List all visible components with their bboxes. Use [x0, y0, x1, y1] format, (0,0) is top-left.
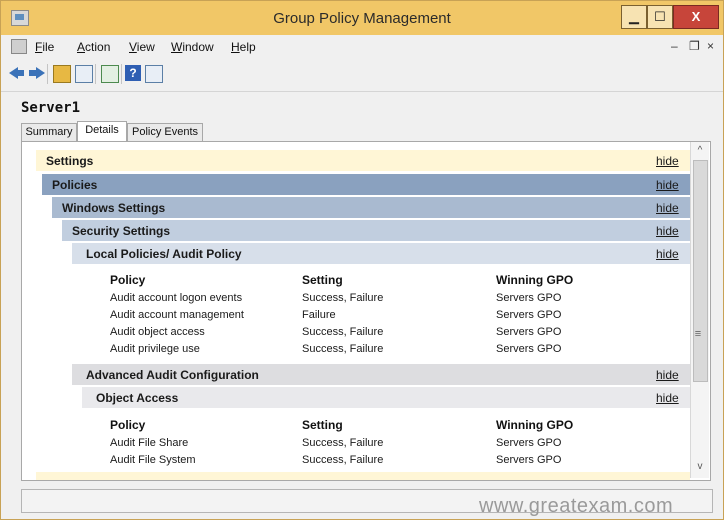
- toolbar: ?: [1, 57, 723, 92]
- menu-window[interactable]: Window: [171, 40, 214, 54]
- hide-link[interactable]: hide: [656, 201, 679, 215]
- section-advanced-audit-configuration: Advanced Audit Configuration hide: [72, 364, 690, 385]
- setting-cell: Success, Failure: [302, 343, 384, 355]
- section-security-settings: Security Settings hide: [62, 220, 690, 241]
- policy-cell: Audit account management: [110, 309, 244, 321]
- section-object-access-label: Object Access: [96, 391, 179, 405]
- hide-link[interactable]: hide: [656, 247, 679, 261]
- back-arrow-icon[interactable]: [9, 65, 25, 81]
- section-audit-policy-label: Local Policies/ Audit Policy: [86, 247, 242, 261]
- section-settings: Settings hide: [36, 150, 690, 171]
- section-policies-label: Policies: [52, 178, 98, 192]
- hide-link[interactable]: hide: [656, 391, 679, 405]
- winning-gpo-cell: Servers GPO: [496, 454, 562, 466]
- section-audit-policy: Local Policies/ Audit Policy hide: [72, 243, 690, 264]
- refresh-icon[interactable]: [101, 65, 119, 83]
- mdi-minimize-button[interactable]: –: [671, 39, 678, 53]
- setting-cell: Success, Failure: [302, 437, 384, 449]
- hide-link[interactable]: hide: [656, 368, 679, 382]
- close-button[interactable]: X: [673, 5, 719, 29]
- scroll-down-icon[interactable]: v: [691, 458, 709, 476]
- policy-cell: Audit File Share: [110, 437, 189, 449]
- maximize-button[interactable]: ☐: [647, 5, 673, 29]
- hide-link[interactable]: hide: [656, 224, 679, 238]
- forward-arrow-icon[interactable]: [29, 65, 45, 81]
- setting-cell: Success, Failure: [302, 292, 384, 304]
- tab-policy-events[interactable]: Policy Events: [127, 123, 203, 142]
- help-icon[interactable]: ?: [125, 65, 141, 81]
- section-policies: Policies hide: [42, 174, 690, 195]
- scroll-grip-icon: ≡: [694, 328, 702, 340]
- column-header-policy: Policy: [110, 273, 146, 287]
- setting-cell: Success, Failure: [302, 326, 384, 338]
- section-advanced-audit-label: Advanced Audit Configuration: [86, 368, 259, 382]
- policy-cell: Audit File System: [110, 454, 196, 466]
- winning-gpo-cell: Servers GPO: [496, 326, 562, 338]
- menu-file[interactable]: File: [35, 40, 54, 54]
- tab-details[interactable]: Details: [77, 121, 127, 143]
- minimize-button[interactable]: ▁: [621, 5, 647, 29]
- details-report-pane: Settings hide Policies hide Windows Sett…: [21, 141, 711, 481]
- menu-action[interactable]: Action: [77, 40, 110, 54]
- toolbar-separator: [95, 64, 96, 84]
- menu-help[interactable]: Help: [231, 40, 256, 54]
- column-header-setting: Setting: [302, 273, 343, 287]
- toolbar-separator: [121, 64, 122, 84]
- scroll-up-icon[interactable]: ^: [691, 142, 709, 160]
- policy-cell: Audit account logon events: [110, 292, 243, 304]
- show-action-pane-icon[interactable]: [145, 65, 163, 83]
- section-windows-settings: Windows Settings hide: [52, 197, 690, 218]
- column-header-policy: Policy: [110, 418, 146, 432]
- next-section-row: [36, 472, 690, 480]
- tab-summary[interactable]: Summary: [21, 123, 77, 142]
- policy-cell: Audit privilege use: [110, 343, 200, 355]
- winning-gpo-cell: Servers GPO: [496, 309, 562, 321]
- winning-gpo-cell: Servers GPO: [496, 437, 562, 449]
- folder-up-icon[interactable]: [53, 65, 71, 83]
- setting-cell: Success, Failure: [302, 454, 384, 466]
- console-menu-icon[interactable]: [11, 39, 27, 54]
- server-heading: Server1: [21, 100, 81, 116]
- mdi-restore-button[interactable]: ❐: [689, 39, 700, 53]
- winning-gpo-cell: Servers GPO: [496, 343, 562, 355]
- group-policy-management-window: Group Policy Management ▁ ☐ X File Actio…: [0, 0, 724, 520]
- mdi-close-button[interactable]: ×: [707, 39, 714, 53]
- hide-link[interactable]: hide: [656, 178, 679, 192]
- section-windows-settings-label: Windows Settings: [62, 201, 166, 215]
- console-tree-icon[interactable]: [75, 65, 93, 83]
- column-header-setting: Setting: [302, 418, 343, 432]
- policy-cell: Audit object access: [110, 326, 205, 338]
- title-bar[interactable]: Group Policy Management ▁ ☐ X: [1, 1, 723, 35]
- watermark: www.greatexam.com: [479, 495, 674, 517]
- menu-bar: File Action View Window Help – ❐ ×: [1, 35, 723, 57]
- toolbar-separator: [47, 64, 48, 84]
- hide-link[interactable]: hide: [656, 154, 679, 168]
- menu-view[interactable]: View: [129, 40, 155, 54]
- section-security-settings-label: Security Settings: [72, 224, 171, 238]
- window-title: Group Policy Management: [273, 10, 451, 27]
- column-header-winning-gpo: Winning GPO: [496, 273, 574, 287]
- setting-cell: Failure: [302, 309, 336, 321]
- winning-gpo-cell: Servers GPO: [496, 292, 562, 304]
- scroll-thumb[interactable]: [693, 160, 708, 382]
- section-object-access: Object Access hide: [82, 387, 690, 408]
- section-settings-label: Settings: [46, 154, 94, 168]
- column-header-winning-gpo: Winning GPO: [496, 418, 574, 432]
- vertical-scrollbar[interactable]: ^ ≡ v: [690, 142, 709, 478]
